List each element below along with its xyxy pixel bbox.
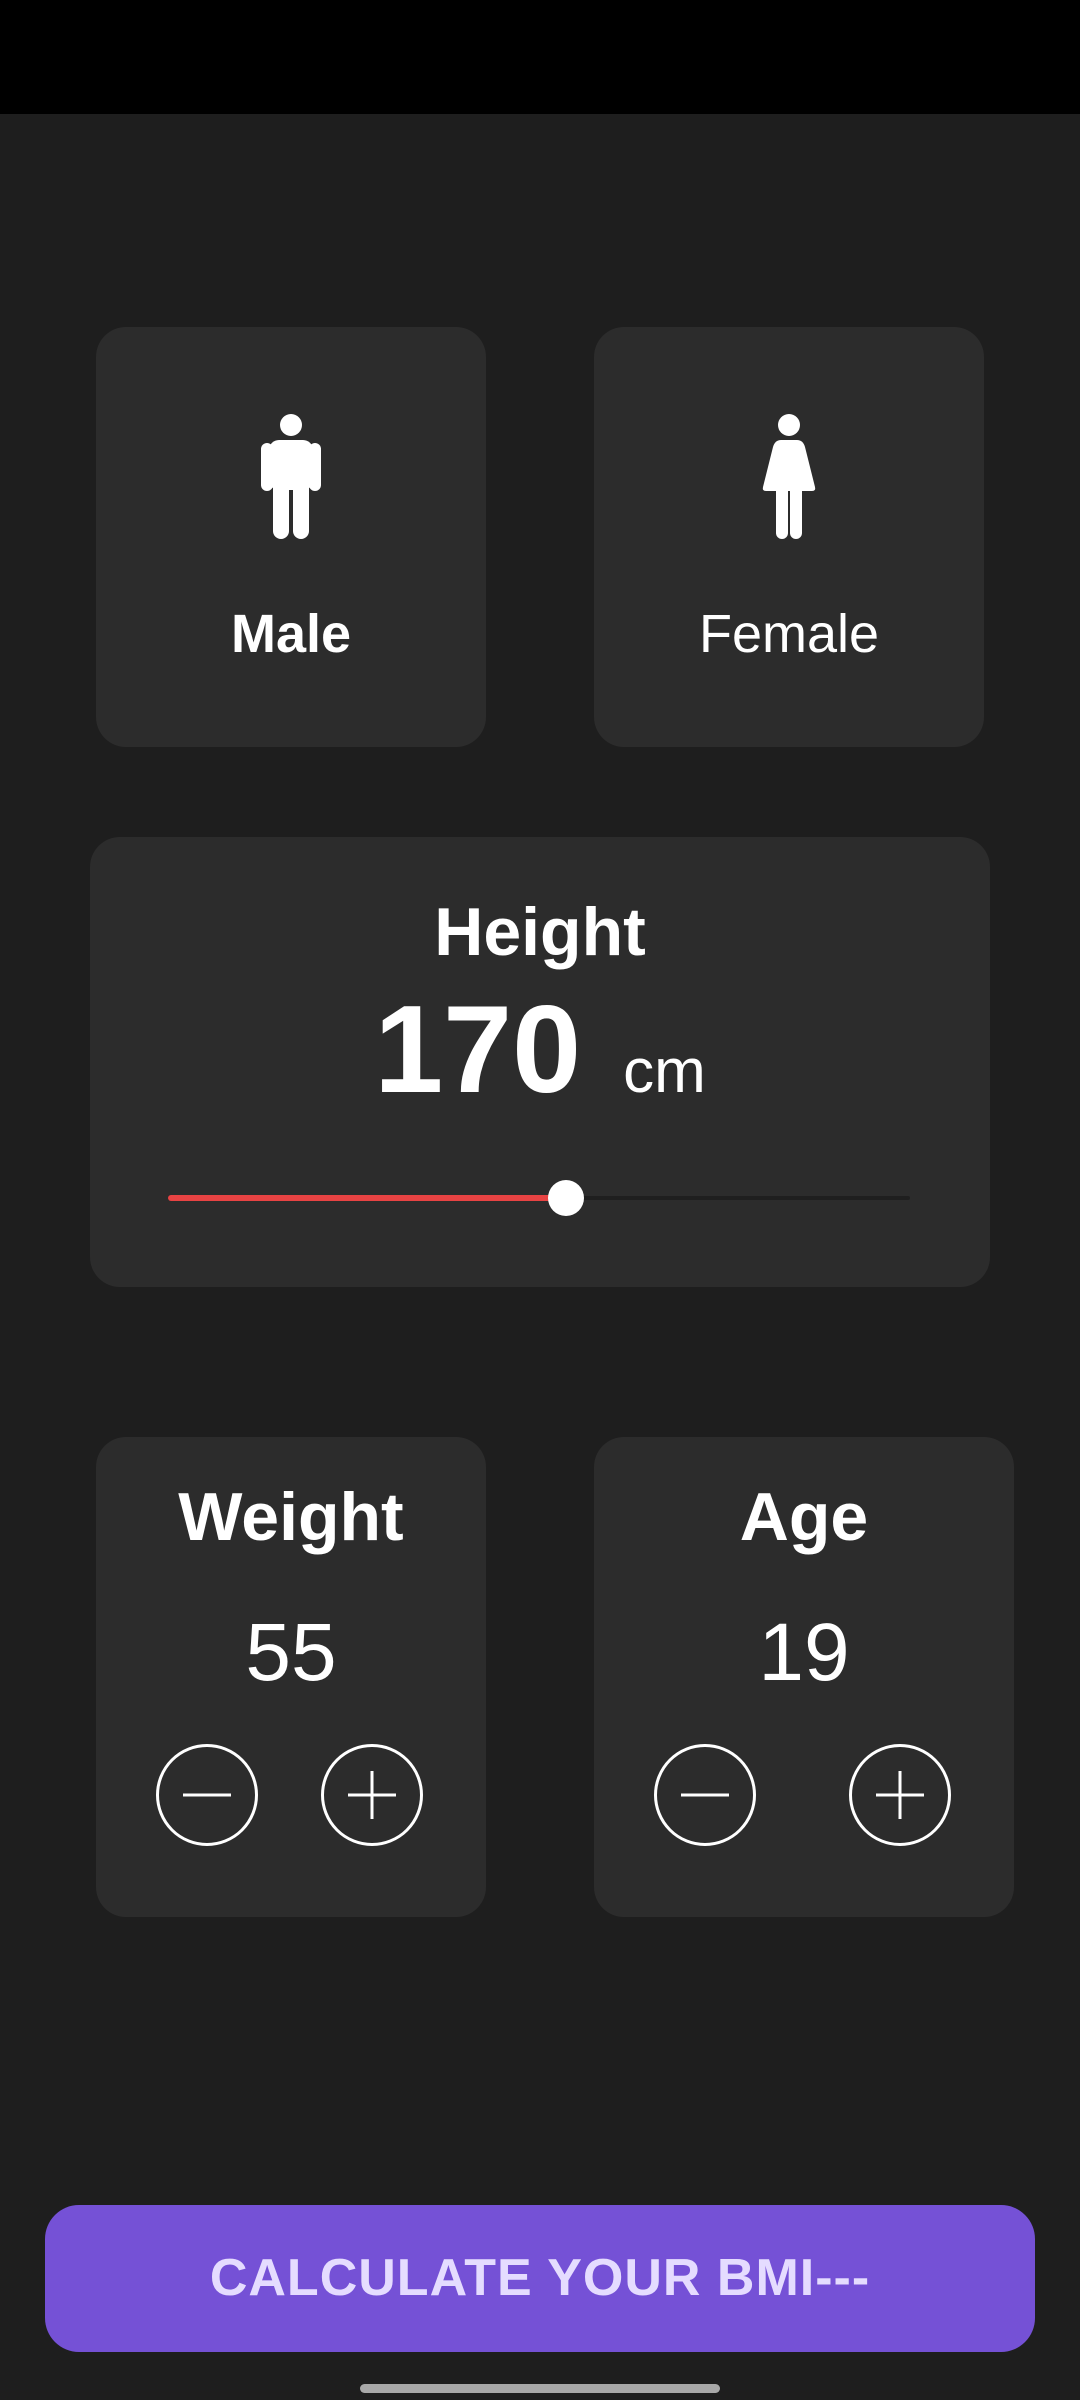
age-decrement-button[interactable]: [654, 1744, 756, 1846]
height-card: Height 170 cm: [90, 837, 990, 1287]
male-label: Male: [230, 604, 352, 664]
age-increment-button[interactable]: [849, 1744, 951, 1846]
age-title: Age: [739, 1479, 869, 1555]
status-bar: [0, 0, 1080, 114]
weight-value: 55: [245, 1607, 337, 1698]
age-value: 19: [758, 1607, 850, 1698]
slider-thumb[interactable]: [547, 1180, 584, 1216]
female-figure-icon: [762, 414, 816, 539]
height-unit: cm: [623, 1037, 706, 1106]
minus-circle-icon: [681, 1793, 729, 1797]
plus-circle-icon: [876, 1771, 924, 1819]
minus-circle-icon: [183, 1793, 231, 1797]
slider-fill: [168, 1195, 566, 1201]
height-slider[interactable]: [168, 1178, 910, 1218]
calculate-bmi-button[interactable]: CALCULATE YOUR BMI---: [45, 2205, 1035, 2352]
male-figure-icon: [261, 414, 321, 539]
plus-circle-icon: [348, 1771, 396, 1819]
weight-increment-button[interactable]: [321, 1744, 423, 1846]
age-card: Age 19: [594, 1437, 1014, 1917]
female-label: Female: [698, 604, 880, 664]
weight-card: Weight 55: [96, 1437, 486, 1917]
gender-card-female[interactable]: Female: [594, 327, 984, 747]
height-value: 170: [374, 981, 582, 1119]
weight-decrement-button[interactable]: [156, 1744, 258, 1846]
height-readout: 170 cm: [90, 985, 990, 1115]
height-title: Height: [434, 894, 646, 970]
weight-title: Weight: [178, 1479, 404, 1555]
gender-card-male[interactable]: Male: [96, 327, 486, 747]
gesture-nav-handle[interactable]: [360, 2384, 720, 2393]
